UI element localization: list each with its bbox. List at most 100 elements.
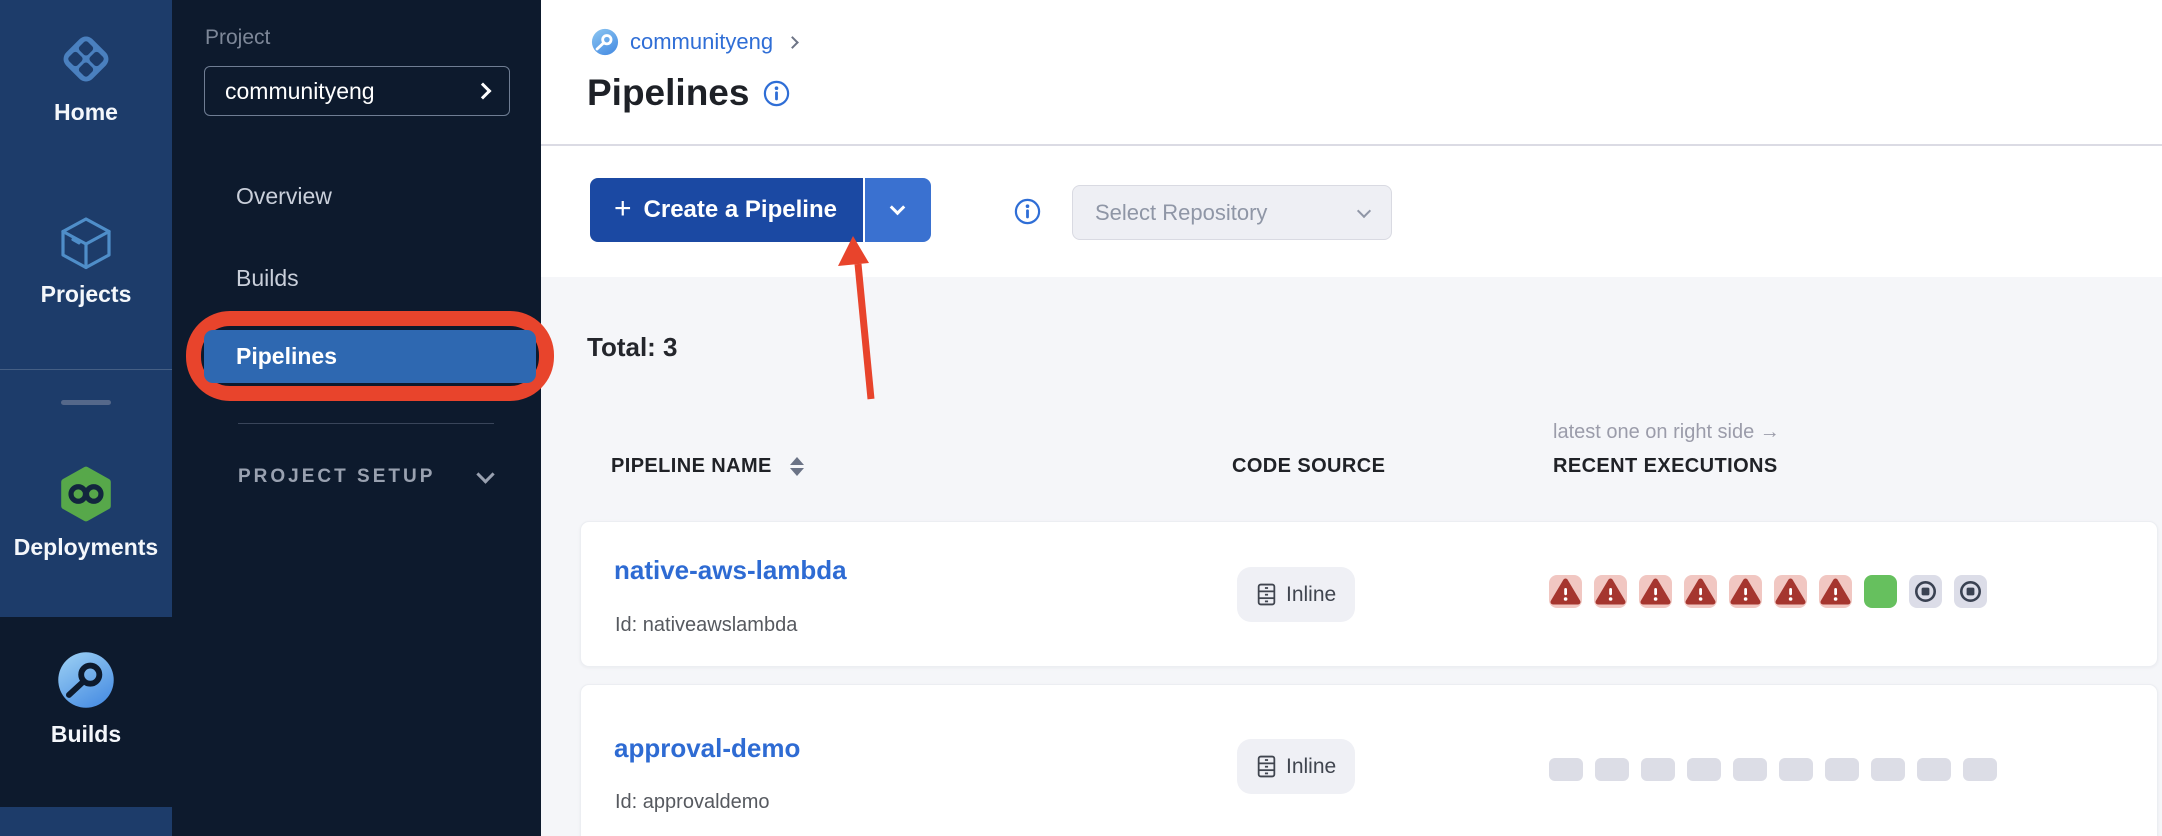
module-label-builds: Builds: [51, 721, 121, 748]
project-setup-label: PROJECT SETUP: [238, 466, 435, 488]
table-row-approval-demo[interactable]: approval-demo Id: approvaldemo Inli: [580, 684, 2158, 836]
execution-failed[interactable]: [1729, 575, 1762, 608]
aborted-execution-icon: [1954, 575, 1987, 608]
column-header-recent-executions: RECENT EXECUTIONS: [1553, 455, 1778, 478]
module-label-deployments: Deployments: [14, 534, 158, 561]
breadcrumb: communityeng: [591, 28, 797, 56]
failed-execution-icon: [1819, 575, 1852, 608]
projects-icon: [56, 212, 116, 272]
sidebar-module-deployments[interactable]: Deployments: [0, 463, 172, 561]
info-icon[interactable]: [1014, 198, 1041, 225]
home-icon: [55, 28, 117, 90]
execution-empty: [1779, 758, 1813, 781]
pipeline-id: Id: approvaldemo: [615, 791, 770, 814]
repository-select-placeholder: Select Repository: [1095, 200, 1359, 226]
breadcrumb-chevron-icon: [786, 36, 799, 49]
execution-empty: [1641, 758, 1675, 781]
table-row-native-aws-lambda[interactable]: native-aws-lambda Id: nativeawslambda: [580, 521, 2158, 667]
execution-empty: [1549, 758, 1583, 781]
plus-icon: +: [614, 194, 632, 224]
info-icon[interactable]: [763, 80, 790, 107]
code-source-badge: Inline: [1237, 739, 1355, 794]
execution-empty: [1871, 758, 1905, 781]
builds-icon: [54, 648, 118, 712]
failed-execution-icon: [1594, 575, 1627, 608]
rail-drag-handle: [61, 400, 111, 405]
execution-empty: [1733, 758, 1767, 781]
execution-success[interactable]: [1864, 575, 1897, 608]
create-pipeline-button-main[interactable]: + Create a Pipeline: [590, 178, 863, 242]
deployments-icon: [55, 463, 117, 525]
code-source-badge-label: Inline: [1286, 755, 1336, 779]
execution-empty: [1825, 758, 1859, 781]
failed-execution-icon: [1774, 575, 1807, 608]
execution-failed[interactable]: [1639, 575, 1672, 608]
project-setup-toggle[interactable]: PROJECT SETUP: [238, 466, 492, 488]
aborted-execution-icon: [1909, 575, 1942, 608]
failed-execution-icon: [1639, 575, 1672, 608]
inline-store-icon: [1256, 755, 1277, 778]
execution-empty: [1917, 758, 1951, 781]
sidebar-module-home[interactable]: Home: [0, 28, 172, 126]
rail-divider: [0, 369, 172, 370]
page-title: Pipelines: [587, 72, 749, 114]
module-label-home: Home: [54, 99, 118, 126]
code-source-badge: Inline: [1237, 567, 1355, 622]
main-area: communityeng Pipelines + Create a Pipeli…: [541, 0, 2162, 836]
execution-aborted[interactable]: [1909, 575, 1942, 608]
pipelines-content: Total: 3 latest one on right side → PIPE…: [541, 277, 2162, 836]
project-selector[interactable]: communityeng: [204, 66, 510, 116]
module-label-projects: Projects: [41, 281, 132, 308]
sidebar-item-overview[interactable]: Overview: [236, 180, 332, 212]
project-section-label: Project: [205, 26, 270, 50]
executions-hint: latest one on right side →: [1553, 421, 1780, 444]
create-pipeline-label: Create a Pipeline: [644, 196, 837, 224]
sidebar-item-pipelines[interactable]: Pipelines: [204, 330, 536, 383]
sidebar-divider: [238, 423, 494, 424]
project-sidebar: Project communityeng Overview Builds Pip…: [172, 0, 541, 836]
app-root: Home Projects De: [0, 0, 2162, 836]
breadcrumb-project-link[interactable]: communityeng: [630, 29, 773, 55]
execution-empty: [1687, 758, 1721, 781]
project-selector-value: communityeng: [225, 78, 477, 105]
pipeline-id: Id: nativeawslambda: [615, 614, 797, 637]
sort-icon[interactable]: [790, 457, 804, 476]
title-row: Pipelines: [587, 72, 790, 114]
create-pipeline-dropdown-button[interactable]: [863, 178, 931, 242]
total-count: Total: 3: [587, 332, 678, 363]
create-pipeline-button[interactable]: + Create a Pipeline: [590, 178, 931, 242]
execution-failed[interactable]: [1774, 575, 1807, 608]
repository-select[interactable]: Select Repository: [1072, 185, 1392, 240]
column-header-code-source: CODE SOURCE: [1232, 455, 1385, 478]
pipeline-name-link[interactable]: approval-demo: [614, 733, 800, 764]
column-header-pipeline-name[interactable]: PIPELINE NAME: [611, 455, 804, 478]
execution-empty: [1595, 758, 1629, 781]
failed-execution-icon: [1684, 575, 1717, 608]
chevron-right-icon: [475, 83, 492, 100]
failed-execution-icon: [1549, 575, 1582, 608]
execution-empty: [1963, 758, 1997, 781]
code-source-badge-label: Inline: [1286, 583, 1336, 607]
execution-failed[interactable]: [1819, 575, 1852, 608]
ci-module-icon: [591, 28, 619, 56]
recent-executions: [1549, 753, 1997, 786]
sidebar-item-builds[interactable]: Builds: [236, 262, 299, 294]
page-header: communityeng Pipelines: [541, 0, 2162, 146]
sidebar-module-projects[interactable]: Projects: [0, 212, 172, 308]
sidebar-module-builds[interactable]: Builds: [0, 648, 172, 748]
chevron-down-icon: [1357, 203, 1371, 217]
recent-executions: [1549, 575, 1987, 608]
execution-failed[interactable]: [1549, 575, 1582, 608]
module-sidebar: Home Projects De: [0, 0, 172, 836]
inline-store-icon: [1256, 583, 1277, 606]
chevron-down-icon: [477, 465, 495, 483]
execution-aborted[interactable]: [1954, 575, 1987, 608]
execution-failed[interactable]: [1684, 575, 1717, 608]
execution-failed[interactable]: [1594, 575, 1627, 608]
column-header-pipeline-name-label: PIPELINE NAME: [611, 455, 772, 478]
toolbar: + Create a Pipeline Select Repository: [541, 148, 2162, 277]
pipeline-name-link[interactable]: native-aws-lambda: [614, 555, 847, 586]
chevron-down-icon: [890, 200, 906, 216]
sidebar-item-pipelines-label: Pipelines: [236, 343, 337, 370]
failed-execution-icon: [1729, 575, 1762, 608]
